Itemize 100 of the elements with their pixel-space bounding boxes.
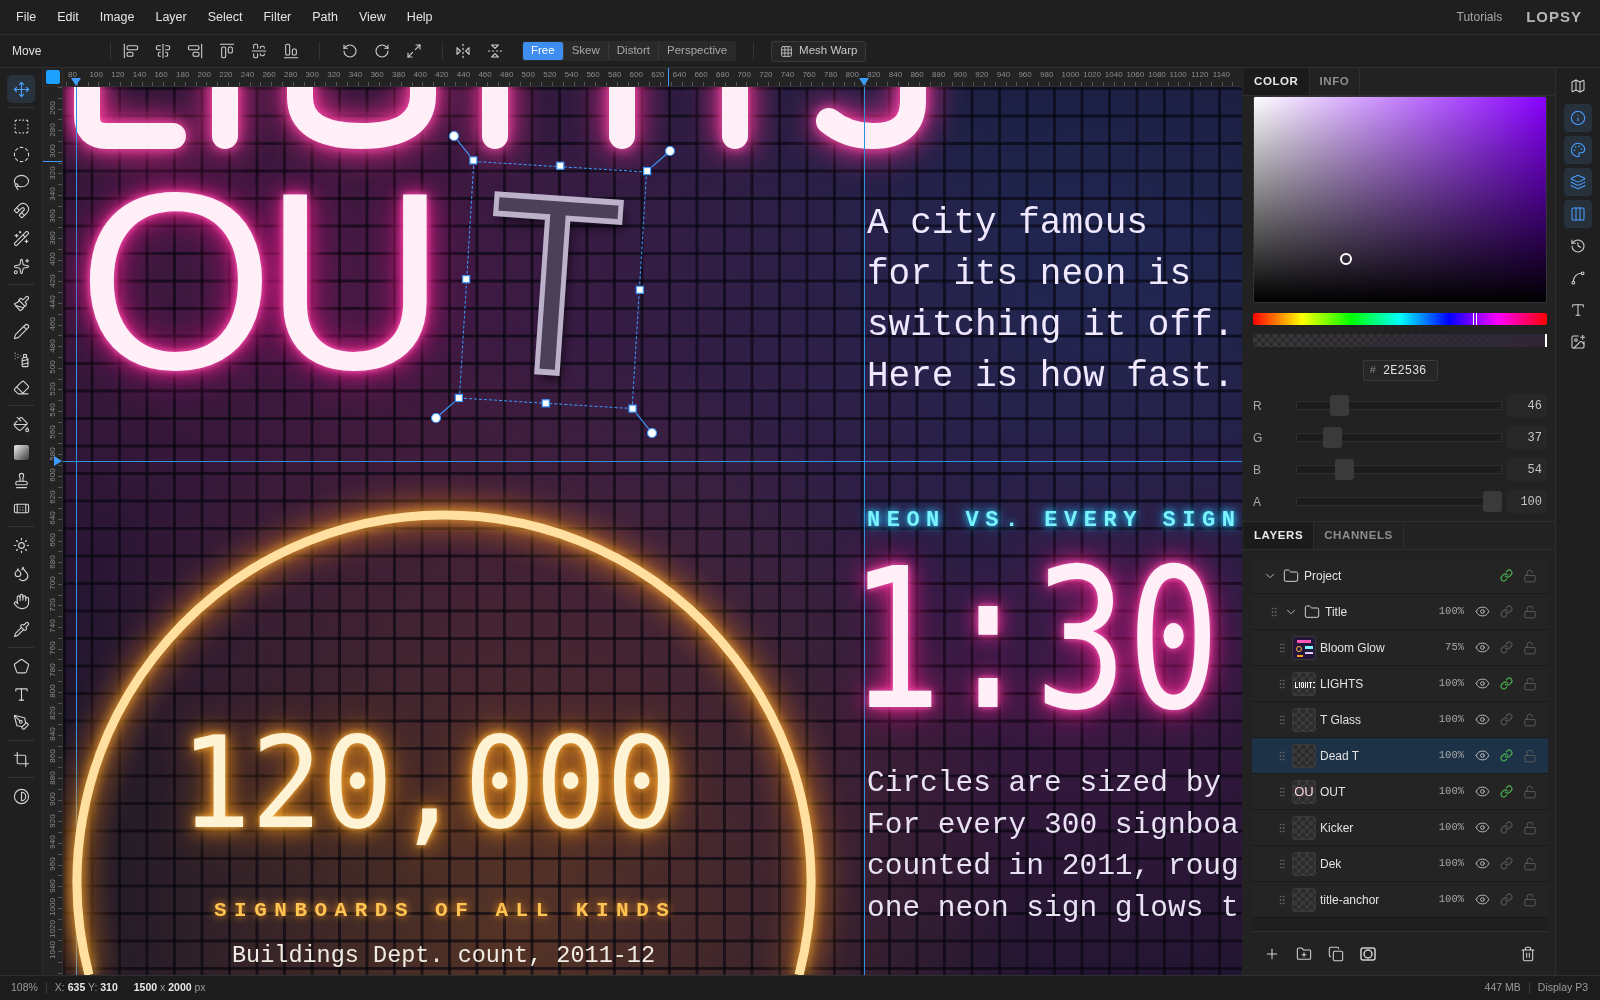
menu-item[interactable]: Image [99,7,135,27]
layer-row[interactable]: OU OUT 100% [1252,774,1548,810]
link-icon[interactable] [1499,677,1513,690]
lasso-icon [12,173,30,191]
panel-toggle-button[interactable] [1564,168,1592,196]
layer-row[interactable]: Bloom Glow 75% [1252,630,1548,666]
channel-slider[interactable] [1296,427,1502,448]
menu-item[interactable]: View [359,7,386,27]
eye-icon[interactable] [1474,712,1490,727]
layer-row[interactable]: Kicker 100% [1252,810,1548,846]
eye-icon[interactable] [1474,640,1490,655]
drag-handle-icon[interactable] [1276,785,1288,798]
ruler-label: 320 [47,166,57,180]
link-icon[interactable] [1499,785,1513,798]
layer-row[interactable]: LIGHTS 100% [1252,666,1548,702]
note-text: Circles are sized by For every 300 signboa counted in 2011, roug one neon sign glows t [867,765,1239,927]
tool-button[interactable] [7,75,35,103]
channel-slider[interactable] [1296,395,1502,416]
channel-value-field[interactable]: 37 [1507,426,1547,449]
layer-row[interactable]: Dek 100% [1252,846,1548,882]
channel-value-field[interactable]: 100 [1507,490,1547,513]
color-field[interactable] [1253,96,1547,303]
ruler-label: 860 [910,70,924,79]
channel-slider[interactable] [1296,491,1502,512]
layer-name: LIGHTS [1320,675,1364,693]
layer-row[interactable]: Project [1252,558,1548,594]
eye-icon[interactable] [1474,784,1490,799]
menu-item[interactable]: File [16,7,37,27]
drag-handle-icon[interactable] [1276,641,1288,654]
ruler-label: 760 [47,641,57,655]
thumbnail-text: OU [1294,785,1314,798]
ruler-label: 300 [47,144,57,158]
menu-item[interactable]: Select [207,7,243,27]
info-icon [1570,110,1586,126]
ruler-label: 180 [176,70,190,79]
swatch-icon[interactable] [46,70,60,84]
transform-mode-tab[interactable]: Distort [607,42,658,60]
ruler-label: 840 [888,70,903,79]
eye-icon[interactable] [1474,820,1490,835]
layer-row[interactable]: T Glass 100% [1252,702,1548,738]
hex-field[interactable]: # 2E2536 [1362,360,1438,381]
channel-value-field[interactable]: 46 [1507,394,1547,417]
menu-item[interactable]: Layer [155,7,187,27]
drag-handle-icon[interactable] [1276,821,1288,834]
drag-handle-icon[interactable] [1268,605,1280,618]
layer-opacity: 100% [1438,747,1464,763]
layer-name: OUT [1320,783,1346,801]
slider-thumb[interactable] [1335,459,1355,480]
drag-handle-icon[interactable] [1276,749,1288,762]
menu-item[interactable]: Filter [263,7,292,27]
drag-handle-icon[interactable] [1276,857,1288,870]
expand-icon [406,43,422,59]
panel-toggle-button[interactable] [1564,136,1592,164]
link-icon[interactable] [1499,569,1513,582]
layer-opacity: 100% [1438,855,1464,871]
hue-slider[interactable] [1253,313,1547,325]
ruler-label: 520 [47,382,57,396]
ruler-label: 800 [47,684,57,698]
layer-row[interactable]: Dead T 100% [1252,738,1548,774]
panel-tab[interactable]: COLOR [1244,68,1310,95]
tutorials-link[interactable]: Tutorials [1456,8,1503,26]
hue-slider-thumb[interactable] [1472,313,1477,325]
mesh-warp-button[interactable]: Mesh Warp [771,40,867,62]
menu-item[interactable]: Edit [57,7,79,27]
transform-mode-tab[interactable]: Skew [562,42,608,60]
drag-handle-icon[interactable] [1276,677,1288,690]
slider-thumb[interactable] [1323,427,1343,448]
drag-handle-icon[interactable] [1276,893,1288,906]
memory-usage: 447 MB [1484,980,1521,996]
layer-row[interactable]: Title 100% [1252,594,1548,630]
ruler-label: 480 [47,338,57,353]
magic-wand-icon [12,229,30,247]
eye-icon[interactable] [1474,676,1490,691]
drag-handle-icon[interactable] [1276,713,1288,726]
layer-row[interactable]: title-anchor 100% [1252,882,1548,918]
slider-thumb[interactable] [1483,491,1502,512]
align-right-icon [187,43,203,59]
panel-toggle-button[interactable] [1564,104,1592,132]
menu-item[interactable]: Path [312,7,338,27]
ruler-label: 360 [47,209,57,223]
eye-icon[interactable] [1474,748,1490,763]
ruler-label: 780 [824,70,838,79]
color-picker-cursor[interactable] [1339,252,1352,265]
panel-tab[interactable]: LAYERS [1244,522,1315,549]
link-icon[interactable] [1499,749,1513,762]
ruler-label: 540 [564,70,579,79]
panel-tab[interactable]: CHANNELS [1314,522,1404,549]
eye-icon[interactable] [1474,604,1490,619]
brush-icon [12,294,30,312]
transform-mode-tab[interactable]: Perspective [658,42,736,60]
ruler-label: 1020 [47,919,57,938]
channel-value-field[interactable]: 54 [1507,458,1547,481]
slider-thumb[interactable] [1329,395,1349,416]
eye-icon[interactable] [1474,856,1490,871]
alpha-slider[interactable] [1253,334,1547,347]
channel-slider[interactable] [1296,459,1502,480]
eye-icon[interactable] [1474,892,1490,907]
panel-toggle-button[interactable] [1564,200,1592,228]
menu-item[interactable]: Help [406,7,433,27]
panel-tab[interactable]: INFO [1309,68,1361,95]
